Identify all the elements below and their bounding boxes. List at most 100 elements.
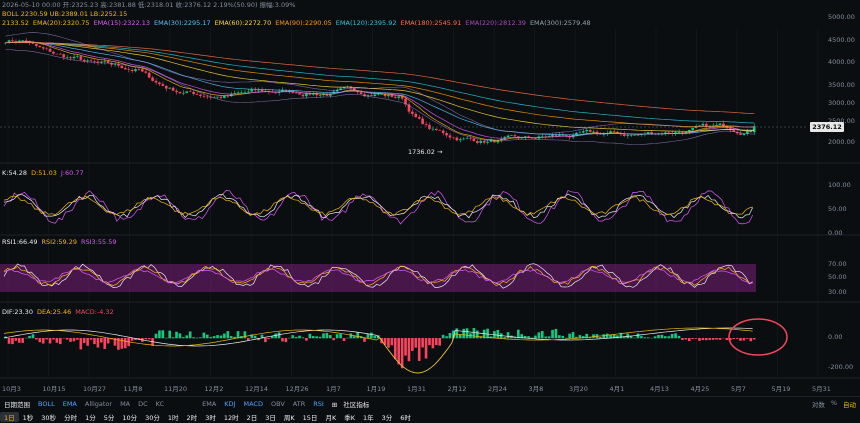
time-axis-tick: 11月20 [164, 385, 188, 393]
macd-histogram-bar [185, 335, 189, 339]
macd-histogram-bar [718, 338, 722, 340]
macd-histogram-bar [226, 331, 230, 339]
macd-histogram-bar [725, 338, 729, 340]
indicator-list: BOLL EMA Alligator MA DC KC EMA KDJ MACD OBV ATR RS… [34, 400, 328, 408]
timeframe-1年[interactable]: 1年 [359, 412, 378, 422]
macd-histogram-bar [448, 332, 452, 339]
time-axis-tick: 1月31 [407, 385, 426, 393]
scale-对数[interactable]: 对数 [812, 399, 825, 409]
timeframe-1日[interactable]: 1日 [0, 411, 19, 422]
timeframe-30分[interactable]: 30分 [141, 412, 164, 422]
candle-body [626, 135, 630, 136]
macd-histogram-bar [195, 337, 199, 339]
candle-body [86, 60, 89, 62]
macd-histogram-bar [243, 331, 247, 339]
candle-body [62, 54, 66, 58]
candle-body [469, 138, 472, 139]
indicator-rsi[interactable]: RSI [309, 400, 328, 408]
macd-histogram-bar [681, 338, 684, 340]
scale-自动[interactable]: 自动 [843, 399, 856, 409]
macd-histogram-bar [547, 336, 551, 339]
macd-histogram-bar [554, 328, 558, 339]
macd-histogram-bar [79, 338, 83, 350]
indicator-ema[interactable]: EMA [59, 400, 81, 408]
macd-histogram-bar [55, 338, 59, 343]
macd-histogram-bar [301, 337, 305, 339]
indicator-kc[interactable]: KC [152, 400, 168, 408]
candle-body [633, 134, 636, 136]
macd-histogram-bar [284, 338, 288, 343]
time-axis-tick: 3月8 [528, 385, 544, 393]
candle-body [147, 72, 151, 78]
rsi-axis-tick: 30.00 [828, 288, 847, 296]
date-range-button[interactable]: 日期范围 [0, 399, 34, 409]
macd-histogram-bar [417, 338, 421, 361]
candle-body [195, 94, 199, 95]
timeframe-1分[interactable]: 1分 [81, 412, 100, 422]
timeframe-分时[interactable]: 分时 [60, 412, 81, 422]
indicator-dc[interactable]: DC [134, 400, 152, 408]
macd-histogram-bar [182, 337, 185, 339]
ema-legend: 2133.52 EMA(20):2320.75 EMA(15):2322.13 EMA… [2, 19, 591, 27]
macd-histogram-bar [465, 328, 469, 339]
macd-histogram-bar [438, 338, 442, 346]
community-indicator-button[interactable]: ⊞ 社区指标 [328, 399, 378, 409]
timeframe-15日[interactable]: 15日 [299, 412, 322, 422]
candle-body [701, 123, 705, 126]
macd-histogram-bar [670, 334, 674, 339]
candle-body [58, 53, 62, 55]
timeframe-12时[interactable]: 12时 [220, 412, 243, 422]
indicator-atr[interactable]: ATR [289, 400, 309, 408]
macd-histogram-bar [540, 330, 544, 339]
candle-body [144, 71, 148, 73]
macd-histogram-bar [749, 338, 753, 342]
timeframe-6时[interactable]: 6时 [396, 412, 415, 422]
indicator-ema[interactable]: EMA [198, 400, 220, 408]
candle-body [578, 132, 582, 134]
candle-body [380, 94, 383, 95]
macd-histogram-bar [93, 338, 96, 345]
timeframe-月K[interactable]: 月K [321, 412, 340, 422]
timeframe-1秒[interactable]: 1秒 [19, 412, 38, 422]
macd-histogram-bar [397, 338, 401, 365]
indicator-obv[interactable]: OBV [267, 400, 289, 408]
time-axis-tick: 4月25 [690, 385, 710, 393]
indicator-kdj[interactable]: KDJ [220, 400, 239, 408]
timeframe-季K[interactable]: 季K [340, 412, 359, 422]
indicator-ma[interactable]: MA [116, 400, 134, 408]
indicator-toolbar: 日期范围 BOLL EMA Alligator MA DC KC EMA KDJ MACD OBV… [0, 396, 860, 410]
indicator-alligator[interactable]: Alligator [81, 400, 116, 408]
macd-histogram-bar [298, 335, 301, 339]
candle-body [622, 134, 626, 136]
macd-legend-1: DEA:25.46 [36, 308, 72, 316]
timeframe-30秒[interactable]: 30秒 [37, 412, 60, 422]
candle-body [667, 132, 671, 134]
timeframe-3时[interactable]: 3时 [201, 412, 220, 422]
macd-histogram-bar [455, 328, 459, 339]
timeframe-5分[interactable]: 5分 [100, 412, 119, 422]
timeframe-1时[interactable]: 1时 [164, 412, 183, 422]
indicator-boll[interactable]: BOLL [34, 400, 59, 408]
macd-histogram-bar [622, 337, 626, 339]
candle-body [100, 61, 103, 63]
ema-legend-5: EMA(90):2290.05 [275, 19, 332, 27]
candle-body [171, 87, 175, 91]
timeframe-周K[interactable]: 周K [280, 412, 299, 422]
timeframe-3日[interactable]: 3日 [261, 412, 280, 422]
macd-histogram-bar [209, 337, 213, 339]
chart-canvas[interactable] [0, 0, 860, 423]
timeframe-3分[interactable]: 3分 [378, 412, 397, 422]
timeframe-2日[interactable]: 2日 [243, 412, 262, 422]
timeframe-2时[interactable]: 2时 [183, 412, 202, 422]
indicator-macd[interactable]: MACD [239, 400, 266, 408]
scale-%[interactable]: % [831, 399, 837, 409]
candle-body [431, 128, 435, 130]
candle-body [154, 80, 158, 83]
candle-body [544, 136, 547, 137]
macd-histogram-bar [694, 338, 698, 339]
macd-histogram-bar [428, 338, 431, 346]
macd-histogram-bar [441, 334, 445, 339]
macd-histogram-bar [216, 335, 219, 339]
candle-body [175, 90, 178, 93]
timeframe-10分[interactable]: 10分 [118, 412, 141, 422]
